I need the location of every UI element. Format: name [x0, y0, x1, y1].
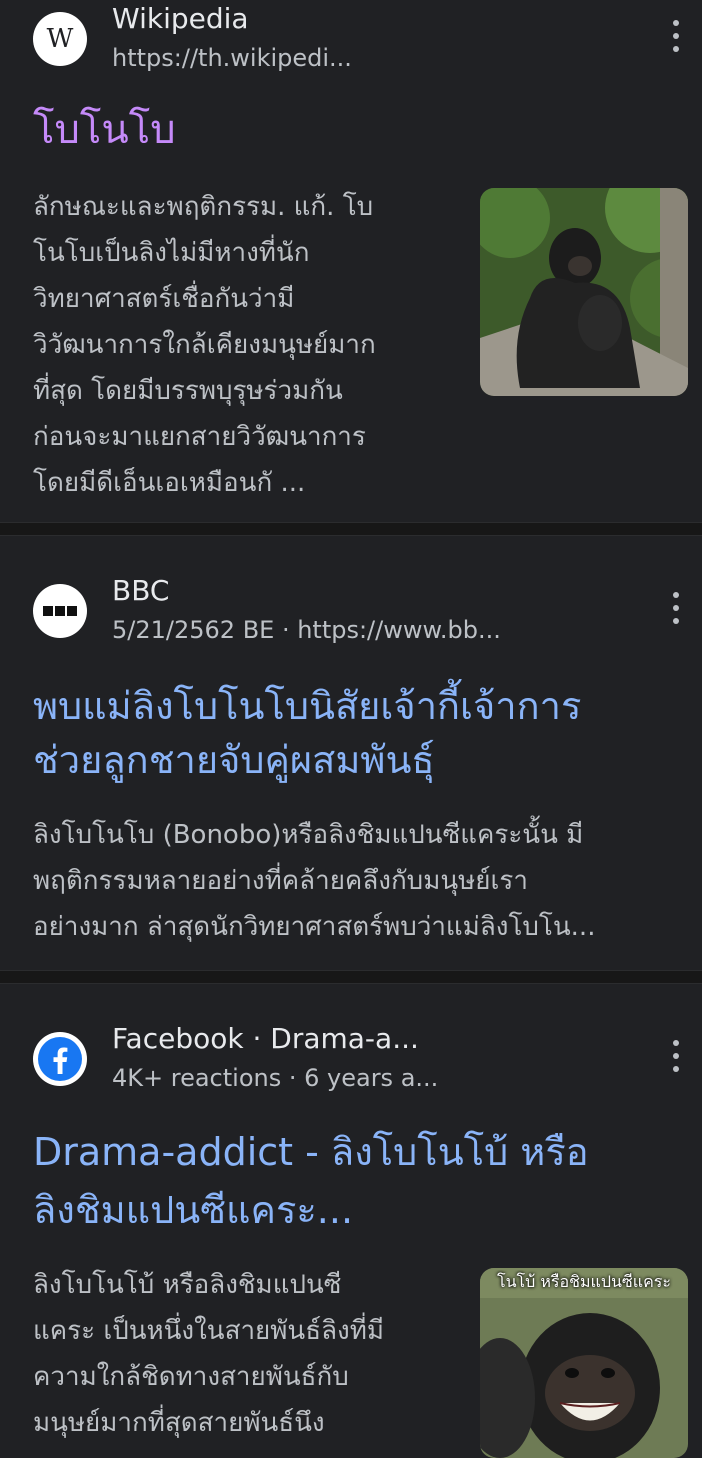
result-title-link[interactable]: Drama-addict - ลิงโบโนโบ้ หรือ ลิงชิมแปน…	[33, 1126, 673, 1236]
result-thumbnail-bonobo-smiling[interactable]: โนโบ้ หรือชิมแปนซีแคระ	[480, 1268, 688, 1458]
result-title-link[interactable]: โบโนโบ	[33, 104, 176, 156]
snippet-line: ความใกล้ชิดทางสายพันธ์กับ	[33, 1362, 349, 1392]
title-line: พบแม่ลิงโบโนโบนิสัยเจ้ากี้เจ้าการ	[33, 684, 582, 728]
result-card-wikipedia: W Wikipedia https://th.wikipedi... โบโนโ…	[0, 0, 702, 522]
wikipedia-favicon: W	[33, 12, 87, 66]
result-card-facebook: Facebook · Drama-a... 4K+ reactions · 6 …	[0, 984, 702, 1458]
site-name[interactable]: Wikipedia	[112, 2, 249, 35]
result-card-bbc: BBC 5/21/2562 BE · https://www.bb... พบแ…	[0, 536, 702, 970]
site-date-url[interactable]: 5/21/2562 BE · https://www.bb...	[112, 616, 501, 644]
result-snippet: ลักษณะและพฤติกรรม. แก้. โบ โนโบเป็นลิงไม…	[33, 184, 453, 506]
snippet-line: วิวัฒนาการใกล้เคียงมนุษย์มาก	[33, 330, 376, 360]
result-snippet: ลิงโบโนโบ (Bonobo)หรือลิงชิมแปนซีแคระนั้…	[33, 812, 683, 950]
snippet-line: โนโบเป็นลิงไม่มีหางที่นัก	[33, 238, 310, 268]
result-separator	[0, 970, 702, 984]
site-name[interactable]: BBC	[112, 574, 169, 607]
site-url[interactable]: https://th.wikipedi...	[112, 44, 352, 72]
result-separator	[0, 522, 702, 536]
snippet-line: ลักษณะและพฤติกรรม. แก้. โบ	[33, 192, 374, 222]
site-reactions-age[interactable]: 4K+ reactions · 6 years a...	[112, 1064, 438, 1092]
wikipedia-logo-letter: W	[46, 24, 74, 54]
facebook-logo-icon	[38, 1037, 82, 1081]
snippet-line: อย่างมาก ล่าสุดนักวิทยาศาสตร์พบว่าแม่ลิง…	[33, 912, 596, 942]
snippet-line: มนุษย์มากที่สุดสายพันธ์นึง	[33, 1408, 325, 1438]
snippet-line: พฤติกรรมหลายอย่างที่คล้ายคลึงกับมนุษย์เร…	[33, 866, 528, 896]
result-snippet: ลิงโบโนโบ้ หรือลิงชิมแปนซี แคระ เป็นหนึ่…	[33, 1262, 453, 1446]
title-line: ช่วยลูกชายจับคู่ผสมพันธุ์	[33, 738, 435, 782]
snippet-line: ที่สุด โดยมีบรรพบุรุษร่วมกัน	[33, 376, 343, 406]
site-name[interactable]: Facebook · Drama-a...	[112, 1022, 419, 1055]
facebook-favicon	[33, 1032, 87, 1086]
more-vert-icon[interactable]	[664, 1040, 688, 1072]
result-thumbnail-bonobo[interactable]	[480, 188, 688, 396]
bbc-favicon	[33, 584, 87, 638]
bbc-logo-icon	[43, 606, 77, 616]
thumbnail-caption: โนโบ้ หรือชิมแปนซีแคระ	[497, 1272, 671, 1291]
snippet-line: โดยมีดีเอ็นเอเหมือนกั ...	[33, 468, 306, 498]
snippet-line: วิทยาศาสตร์เชื่อกันว่ามี	[33, 284, 295, 314]
more-vert-icon[interactable]	[664, 592, 688, 624]
bonobo-photo-image	[480, 188, 688, 396]
snippet-line: ลิงโบโนโบ้ หรือลิงชิมแปนซี	[33, 1270, 342, 1300]
snippet-line: ก่อนจะมาแยกสายวิวัฒนาการ	[33, 422, 366, 452]
result-title-link[interactable]: พบแม่ลิงโบโนโบนิสัยเจ้ากี้เจ้าการ ช่วยลู…	[33, 680, 673, 786]
snippet-line: ลิงโบโนโบ (Bonobo)หรือลิงชิมแปนซีแคระนั้…	[33, 820, 584, 850]
title-line: ลิงชิมแปนซีแคระ...	[33, 1188, 354, 1232]
title-line: Drama-addict - ลิงโบโนโบ้ หรือ	[33, 1130, 589, 1174]
smiling-bonobo-image	[480, 1268, 688, 1458]
snippet-line: แคระ เป็นหนึ่งในสายพันธ์ลิงที่มี	[33, 1316, 384, 1346]
more-vert-icon[interactable]	[664, 20, 688, 52]
